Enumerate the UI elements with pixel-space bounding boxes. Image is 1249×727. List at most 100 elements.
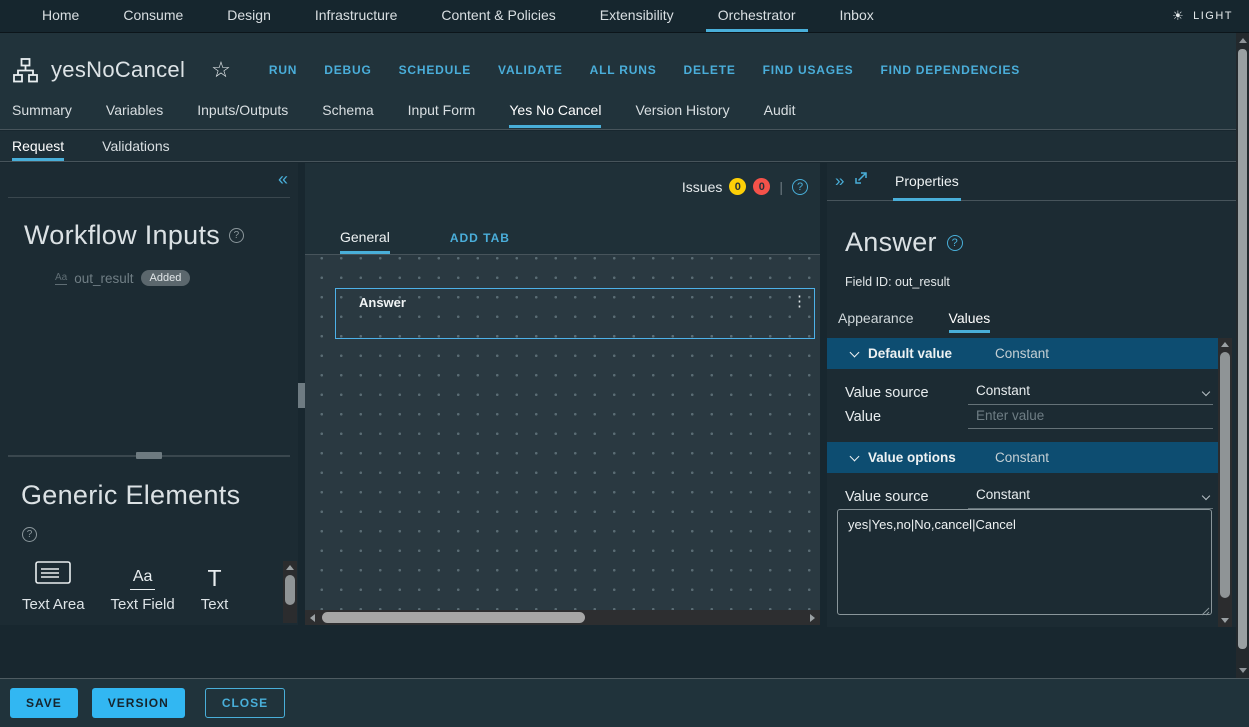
top-nav-items: Home Consume Design Infrastructure Conte…: [20, 0, 896, 32]
palette-scrollbar[interactable]: [283, 561, 297, 623]
chevron-down-icon: [850, 347, 860, 357]
scrollbar-thumb[interactable]: [1220, 352, 1230, 598]
left-panel-scrollbar-thumb[interactable]: [298, 383, 305, 408]
favorite-star-icon[interactable]: ☆: [211, 60, 231, 80]
delete-button[interactable]: DELETE: [684, 63, 736, 77]
value-input[interactable]: [968, 406, 1213, 429]
kebab-menu-icon[interactable]: ⋮: [792, 294, 807, 310]
workflow-input-out-result[interactable]: Aa out_result Added: [55, 270, 190, 286]
scroll-down-arrow-icon[interactable]: [1239, 668, 1247, 673]
resize-handle[interactable]: [136, 452, 162, 459]
tab-values[interactable]: Values: [949, 303, 991, 333]
tab-general[interactable]: General: [340, 224, 390, 254]
scroll-left-arrow-icon[interactable]: [310, 614, 315, 622]
tab-schema[interactable]: Schema: [322, 95, 373, 128]
subtab-validations[interactable]: Validations: [102, 131, 169, 161]
left-panel-divider: [8, 197, 290, 198]
tab-summary[interactable]: Summary: [12, 95, 72, 128]
palette-text-area[interactable]: Text Area: [22, 561, 85, 613]
properties-header-icons: »: [835, 171, 868, 190]
window-scrollbar[interactable]: [1236, 33, 1249, 678]
scrollbar-thumb[interactable]: [1238, 49, 1247, 649]
scroll-up-arrow-icon[interactable]: [286, 565, 294, 570]
tab-version-history[interactable]: Version History: [635, 95, 729, 128]
nav-item-extensibility[interactable]: Extensibility: [578, 0, 696, 32]
scroll-right-arrow-icon[interactable]: [810, 614, 815, 622]
scroll-up-arrow-icon[interactable]: [1221, 342, 1229, 347]
added-badge: Added: [141, 270, 191, 286]
workflow-tabs: Summary Variables Inputs/Outputs Schema …: [12, 95, 1249, 128]
selected-option: Constant: [976, 487, 1030, 502]
default-value-source-row: Value source Constant: [845, 381, 1213, 405]
validate-button[interactable]: VALIDATE: [498, 63, 563, 77]
nav-item-inbox[interactable]: Inbox: [818, 0, 896, 32]
collapse-panel-button[interactable]: «: [278, 169, 288, 190]
scrollbar-thumb[interactable]: [285, 575, 295, 605]
nav-item-orchestrator[interactable]: Orchestrator: [696, 0, 818, 32]
workflow-inputs-title: Workflow Inputs: [24, 220, 220, 251]
text-icon: T: [207, 566, 221, 590]
generic-elements-title: Generic Elements: [21, 480, 240, 511]
field-id-text: Field ID: out_result: [845, 275, 950, 289]
field-title-text: Answer: [845, 227, 937, 258]
theme-toggle[interactable]: ☀ LIGHT: [1172, 8, 1233, 24]
scroll-up-arrow-icon[interactable]: [1239, 38, 1247, 43]
palette-text[interactable]: T Text: [201, 566, 229, 613]
nav-item-design[interactable]: Design: [205, 0, 293, 32]
workflow-title: yesNoCancel: [51, 57, 185, 83]
schedule-button[interactable]: SCHEDULE: [399, 63, 471, 77]
find-dependencies-button[interactable]: FIND DEPENDENCIES: [880, 63, 1020, 77]
tab-inputs-outputs[interactable]: Inputs/Outputs: [197, 95, 288, 128]
value-options-section-header[interactable]: Value options Constant: [827, 442, 1218, 473]
value-source-label: Value source: [845, 385, 968, 405]
workflow-inputs-help-icon[interactable]: ?: [229, 228, 244, 243]
palette-text-field[interactable]: Aa Text Field: [111, 568, 175, 613]
save-button[interactable]: SAVE: [10, 688, 78, 718]
subtab-request[interactable]: Request: [12, 131, 64, 161]
tab-input-form[interactable]: Input Form: [408, 95, 476, 128]
tab-properties[interactable]: Properties: [893, 163, 961, 201]
collapse-right-icon[interactable]: »: [835, 173, 844, 189]
properties-scrollbar[interactable]: [1218, 338, 1232, 627]
tab-appearance[interactable]: Appearance: [838, 303, 914, 333]
app-root: Home Consume Design Infrastructure Conte…: [0, 0, 1249, 727]
version-button[interactable]: VERSION: [92, 688, 185, 718]
value-options-textarea[interactable]: yes|Yes,no|No,cancel|Cancel: [837, 509, 1212, 615]
scroll-down-arrow-icon[interactable]: [1221, 618, 1229, 623]
value-source-select[interactable]: Constant: [968, 381, 1213, 405]
designer-help-icon[interactable]: ?: [792, 179, 808, 195]
tab-audit[interactable]: Audit: [764, 95, 796, 128]
generic-elements-help-icon[interactable]: ?: [22, 527, 37, 542]
canvas-horizontal-scrollbar[interactable]: [305, 610, 820, 625]
form-subtabs: Request Validations: [0, 131, 1249, 162]
tab-yes-no-cancel[interactable]: Yes No Cancel: [509, 95, 601, 128]
workflow-icon: [12, 57, 39, 84]
field-help-icon[interactable]: ?: [947, 235, 963, 251]
nav-item-infrastructure[interactable]: Infrastructure: [293, 0, 419, 32]
debug-button[interactable]: DEBUG: [324, 63, 371, 77]
workflow-header: yesNoCancel ☆ RUN DEBUG SCHEDULE VALIDAT…: [0, 33, 1249, 130]
expand-panel-icon[interactable]: [854, 171, 868, 190]
nav-item-content-policies[interactable]: Content & Policies: [419, 0, 577, 32]
add-tab-button[interactable]: ADD TAB: [450, 224, 510, 254]
nav-item-home[interactable]: Home: [20, 0, 101, 32]
text-field-icon: Aa: [130, 568, 156, 590]
tab-variables[interactable]: Variables: [106, 95, 163, 128]
sun-icon: ☀: [1172, 8, 1185, 24]
options-value-source-select[interactable]: Constant: [968, 485, 1213, 509]
panel-resize-divider[interactable]: [8, 455, 290, 457]
run-button[interactable]: RUN: [269, 63, 297, 77]
section-mode: Constant: [995, 346, 1049, 361]
close-button[interactable]: CLOSE: [205, 688, 285, 718]
scrollbar-thumb[interactable]: [322, 612, 585, 623]
section-title: Value options: [868, 450, 956, 465]
default-value-section-header[interactable]: Default value Constant: [827, 338, 1218, 369]
find-usages-button[interactable]: FIND USAGES: [763, 63, 854, 77]
top-nav: Home Consume Design Infrastructure Conte…: [0, 0, 1249, 33]
workflow-title-row: yesNoCancel ☆ RUN DEBUG SCHEDULE VALIDAT…: [0, 33, 1249, 95]
answer-field[interactable]: Answer ⋮: [335, 288, 815, 339]
footer-bar: SAVE VERSION CLOSE: [0, 678, 1249, 727]
form-canvas[interactable]: Answer ⋮: [305, 256, 820, 610]
all-runs-button[interactable]: ALL RUNS: [590, 63, 657, 77]
nav-item-consume[interactable]: Consume: [101, 0, 205, 32]
